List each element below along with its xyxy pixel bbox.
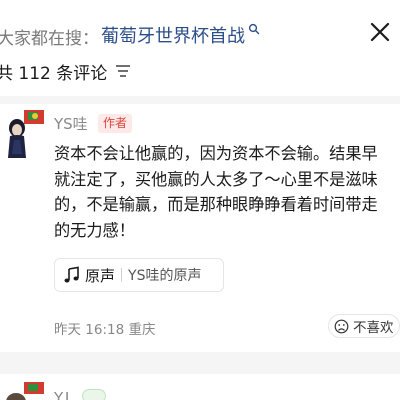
section-divider xyxy=(0,352,400,374)
fan-badge-icon xyxy=(82,389,106,400)
search-hint-term[interactable]: 葡萄牙世界杯首战 xyxy=(101,22,245,48)
sound-name: YS哇的原声 xyxy=(128,268,202,284)
sound-title: 原声 xyxy=(85,266,116,285)
search-hint-bar[interactable]: 大家都在搜： 葡萄牙世界杯首战 xyxy=(0,0,400,58)
comment-text[interactable]: 资本不会让他赢的，因为资本不会输。结果早 就注定了，买他赢的人太多了～心里不是滋… xyxy=(54,141,400,243)
comment-location: 重庆 xyxy=(128,322,156,338)
dislike-button[interactable]: 不喜欢 xyxy=(328,314,400,338)
comment-username[interactable]: YS哇 xyxy=(54,113,88,134)
sound-separator xyxy=(121,268,123,282)
comment-count-row: 共 112 条评论 xyxy=(0,58,131,84)
search-hint-prefix: 大家都在搜： xyxy=(0,29,99,49)
comment-panel: 大家都在搜： 葡萄牙世界杯首战 共 112 条评论 YS哇 作者 资本不会让他赢… xyxy=(0,0,400,400)
comment-meta: 昨天 16:18 重庆 xyxy=(54,318,156,338)
search-icon[interactable] xyxy=(248,23,260,35)
music-note-icon xyxy=(64,266,79,283)
author-badge: 作者 xyxy=(98,114,133,133)
close-icon[interactable] xyxy=(366,18,394,46)
avatar[interactable] xyxy=(2,380,44,400)
comment-line: 的，不是输赢，而是那种眼睁睁看着时间带走 xyxy=(54,195,378,214)
sort-icon[interactable] xyxy=(115,64,131,78)
frown-face-icon xyxy=(334,319,349,333)
dislike-label: 不喜欢 xyxy=(353,320,394,336)
comment-count: 共 112 条评论 xyxy=(0,63,108,84)
comment-time: 昨天 16:18 xyxy=(54,322,125,338)
comment-line: 的无力感！ xyxy=(54,220,135,240)
comment-line: 就注定了，买他赢的人太多了～心里不是滋味 xyxy=(54,169,378,189)
comment-username[interactable]: Y.L xyxy=(54,389,73,400)
avatar[interactable] xyxy=(2,110,44,158)
comment-line: 资本不会让他赢的，因为资本不会输。结果早 xyxy=(54,144,378,163)
original-sound-link[interactable]: 原声 YS哇的原声 xyxy=(54,258,224,292)
section-divider xyxy=(0,96,400,104)
